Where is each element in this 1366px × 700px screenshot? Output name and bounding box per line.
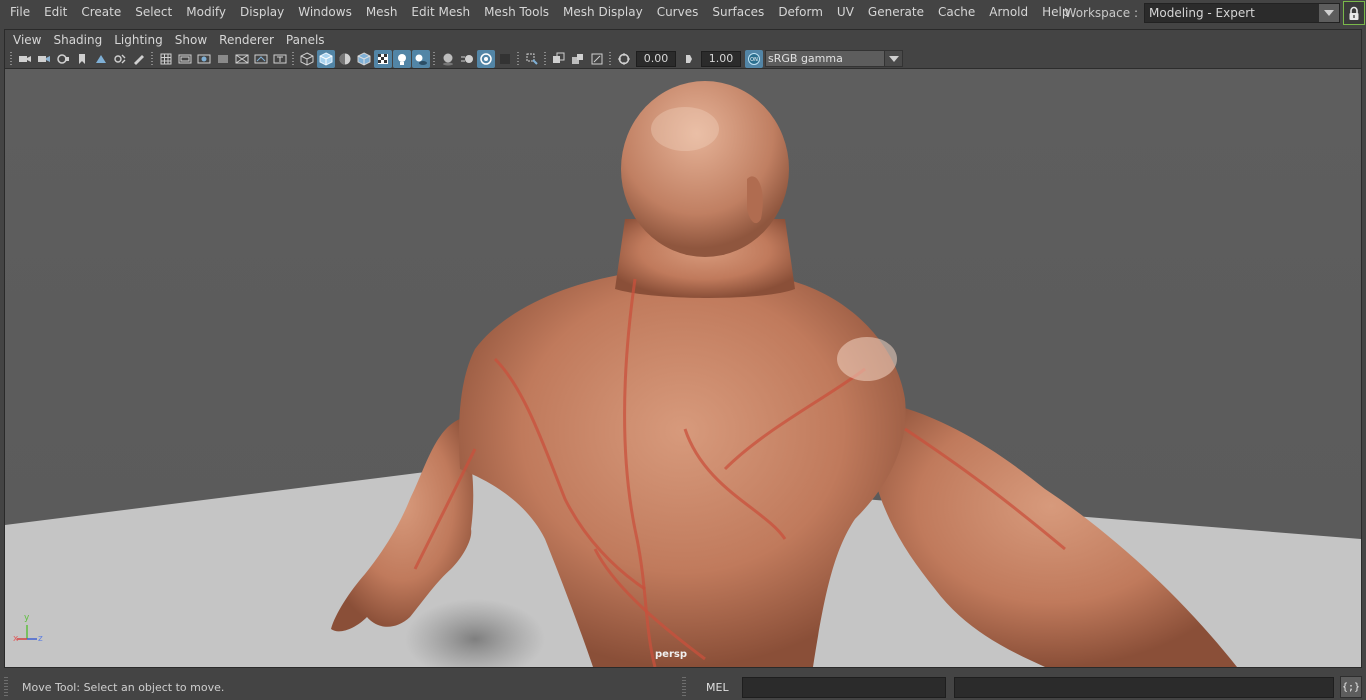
menu-mesh-display[interactable]: Mesh Display: [556, 3, 650, 23]
toolbar-separator: [151, 51, 153, 66]
menu-select[interactable]: Select: [128, 3, 179, 23]
menu-file[interactable]: File: [3, 3, 37, 23]
menu-arnold[interactable]: Arnold: [982, 3, 1035, 23]
exposure-field[interactable]: 0.00: [636, 50, 676, 67]
isolate-select-icon[interactable]: [523, 50, 541, 68]
menu-generate[interactable]: Generate: [861, 3, 931, 23]
camera-attributes-icon[interactable]: [54, 50, 72, 68]
script-mode-toggle[interactable]: MEL: [706, 681, 740, 694]
axis-gizmo: y x z: [13, 613, 47, 647]
panel-menu-shading[interactable]: Shading: [47, 31, 108, 49]
axis-label-z: z: [38, 634, 43, 644]
menu-modify[interactable]: Modify: [179, 3, 233, 23]
menu-cache[interactable]: Cache: [931, 3, 982, 23]
gate-mask-icon[interactable]: [214, 50, 232, 68]
viewport-persp[interactable]: y x z persp: [5, 69, 1361, 667]
workspace-dropdown[interactable]: Modeling - Expert: [1144, 3, 1340, 23]
safe-title-icon[interactable]: [271, 50, 289, 68]
panel-menu-renderer[interactable]: Renderer: [213, 31, 280, 49]
shoulder-highlight: [837, 337, 897, 381]
gamma-icon[interactable]: [680, 50, 698, 68]
toolbar-separator: [544, 51, 546, 66]
field-chart-icon[interactable]: [233, 50, 251, 68]
anti-aliasing-icon[interactable]: [476, 49, 495, 68]
command-result-field: [954, 676, 1334, 698]
main-menu-bar: File Edit Create Select Modify Display W…: [0, 0, 1366, 26]
xray-active-components-icon[interactable]: [569, 50, 587, 68]
menu-display[interactable]: Display: [233, 3, 291, 23]
grid-icon[interactable]: [157, 50, 175, 68]
xray-joints-icon[interactable]: [588, 50, 606, 68]
view-transform-dropdown[interactable]: sRGB gamma: [765, 50, 903, 67]
axis-label-y: y: [24, 613, 30, 623]
view-transform-value: sRGB gamma: [768, 52, 843, 65]
command-line-input[interactable]: [742, 676, 946, 698]
menu-deform[interactable]: Deform: [771, 3, 830, 23]
camera-name-label: persp: [655, 649, 687, 660]
safe-action-icon[interactable]: [252, 50, 270, 68]
use-all-lights-icon[interactable]: [392, 49, 411, 68]
lock-camera-icon[interactable]: [35, 50, 53, 68]
workspace-area: Workspace : Modeling - Expert: [1065, 0, 1366, 26]
grease-pencil-icon[interactable]: [111, 50, 129, 68]
status-bar: Move Tool: Select an object to move. MEL…: [0, 674, 1366, 700]
textured-icon[interactable]: [373, 49, 392, 68]
axis-label-x: x: [13, 634, 19, 644]
panel-menu-view[interactable]: View: [7, 31, 47, 49]
select-camera-icon[interactable]: [16, 50, 34, 68]
menu-surfaces[interactable]: Surfaces: [705, 3, 771, 23]
script-editor-button[interactable]: {;}: [1340, 676, 1362, 698]
resolution-gate-icon[interactable]: [195, 50, 213, 68]
panel-menu-bar: View Shading Lighting Show Renderer Pane…: [5, 30, 1361, 49]
motion-blur-icon[interactable]: [458, 50, 476, 68]
character-head: [621, 81, 789, 257]
smooth-shade-icon[interactable]: [316, 49, 335, 68]
panel-menu-show[interactable]: Show: [169, 31, 213, 49]
toolbar-separator: [433, 51, 435, 66]
wireframe-icon[interactable]: [298, 50, 316, 68]
menu-mesh-tools[interactable]: Mesh Tools: [477, 3, 556, 23]
shadows-icon[interactable]: [411, 49, 430, 68]
pencil-icon[interactable]: [130, 50, 148, 68]
chevron-down-icon[interactable]: [1319, 4, 1339, 22]
default-material-icon[interactable]: [336, 50, 354, 68]
menu-mesh[interactable]: Mesh: [359, 3, 405, 23]
command-grip: [682, 677, 686, 697]
menu-edit[interactable]: Edit: [37, 3, 74, 23]
menu-edit-mesh[interactable]: Edit Mesh: [404, 3, 477, 23]
toolbar-separator: [292, 51, 294, 66]
svg-text:ON: ON: [750, 57, 758, 63]
depth-of-field-icon[interactable]: [496, 50, 514, 68]
color-management-icon[interactable]: ON: [744, 49, 763, 68]
panel-toolbar: 0.00 1.00 ON sRGB gamma: [5, 49, 1361, 69]
bookmarks-icon[interactable]: [73, 50, 91, 68]
toolbar-separator: [517, 51, 519, 66]
film-gate-icon[interactable]: [176, 50, 194, 68]
ambient-occlusion-icon[interactable]: [439, 50, 457, 68]
status-grip: [4, 677, 8, 697]
panel-menu-lighting[interactable]: Lighting: [108, 31, 169, 49]
workspace-label: Workspace :: [1064, 6, 1138, 20]
gamma-field[interactable]: 1.00: [701, 50, 741, 67]
lock-button[interactable]: [1343, 1, 1365, 25]
toolbar-separator: [609, 51, 611, 66]
menu-create[interactable]: Create: [74, 3, 128, 23]
toolbar-grip: [10, 51, 12, 66]
image-plane-icon[interactable]: [92, 50, 110, 68]
menu-curves[interactable]: Curves: [650, 3, 706, 23]
main-menus: File Edit Create Select Modify Display W…: [0, 0, 1077, 26]
model-panel: View Shading Lighting Show Renderer Pane…: [4, 29, 1362, 668]
chevron-down-icon[interactable]: [884, 51, 902, 66]
panel-menu-panels[interactable]: Panels: [280, 31, 331, 49]
viewport-scene: [5, 69, 1361, 667]
menu-uv[interactable]: UV: [830, 3, 861, 23]
workspace-value: Modeling - Expert: [1149, 6, 1255, 20]
xray-icon[interactable]: [550, 50, 568, 68]
menu-windows[interactable]: Windows: [291, 3, 359, 23]
lock-icon: [1349, 6, 1359, 20]
shaded-wireframe-icon[interactable]: [355, 50, 373, 68]
exposure-icon[interactable]: [615, 50, 633, 68]
head-highlight: [651, 107, 719, 151]
help-line: Move Tool: Select an object to move.: [22, 680, 225, 694]
